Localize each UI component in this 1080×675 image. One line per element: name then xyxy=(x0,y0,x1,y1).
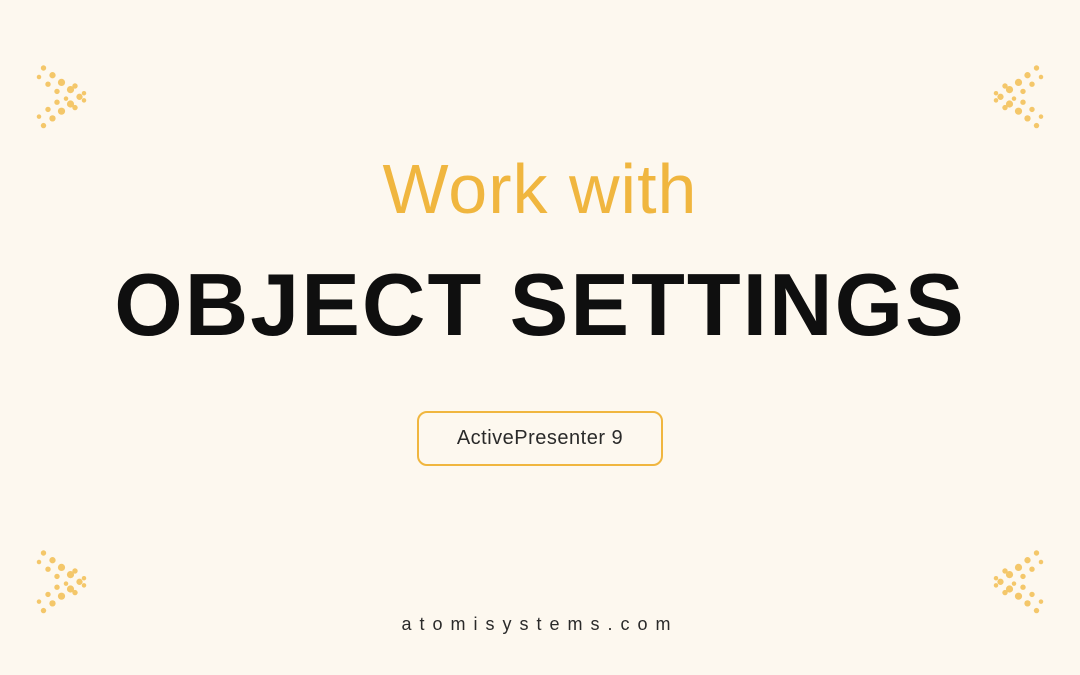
main-content: Work with OBJECT SETTINGS ActivePresente… xyxy=(0,0,1080,675)
heading-top: Work with xyxy=(383,149,698,229)
product-badge: ActivePresenter 9 xyxy=(417,411,663,466)
footer-website: atomisystems.com xyxy=(0,614,1080,635)
heading-main: OBJECT SETTINGS xyxy=(114,254,965,356)
